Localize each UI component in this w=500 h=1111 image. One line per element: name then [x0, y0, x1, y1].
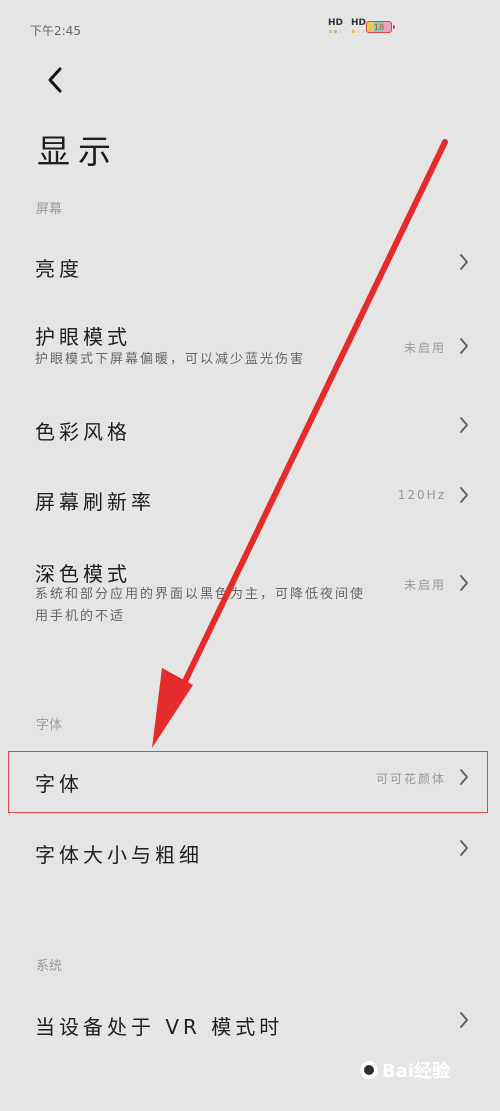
status-bar: 下午2:45 HD HD 18: [0, 0, 500, 58]
paw-icon: [360, 1061, 378, 1079]
chevron-right-icon: [460, 575, 468, 591]
setting-subtitle: 系统和部分应用的界面以黑色为主，可降低夜间使用手机的不适: [35, 587, 366, 624]
signal-bars-icon: [328, 30, 342, 33]
signal-indicator-2: HD: [351, 18, 366, 33]
chevron-right-icon: [460, 338, 468, 354]
setting-row-vr-mode[interactable]: 当设备处于 VR 模式时: [0, 987, 500, 1055]
setting-title: 字体大小与粗细: [35, 843, 203, 867]
setting-row-color-style[interactable]: 色彩风格: [0, 392, 500, 460]
chevron-right-icon: [460, 487, 468, 503]
watermark: Bai经验: [360, 1055, 475, 1085]
setting-row-dark-mode[interactable]: 深色模式 系统和部分应用的界面以黑色为主，可降低夜间使用手机的不适 未启用: [0, 550, 500, 640]
setting-title: 色彩风格: [35, 420, 131, 444]
section-label-screen: 屏幕: [36, 202, 63, 217]
setting-title: 当设备处于 VR 模式时: [35, 1015, 284, 1039]
page-title: 显示: [37, 132, 119, 171]
battery-icon: 18: [366, 21, 395, 33]
setting-row-eye-protection[interactable]: 护眼模式 护眼模式下屏幕偏暖，可以减少蓝光伤害 未启用: [0, 313, 500, 381]
setting-title: 护眼模式: [35, 325, 131, 349]
setting-value: 120Hz: [397, 488, 446, 502]
signal-indicator-1: HD: [328, 18, 343, 33]
battery-level: 18: [373, 22, 385, 32]
status-time: 下午2:45: [30, 24, 81, 38]
hd-label-1: HD: [327, 18, 343, 28]
setting-title: 深色模式: [35, 562, 131, 586]
setting-row-font-size[interactable]: 字体大小与粗细: [0, 815, 500, 883]
section-label-system: 系统: [36, 959, 63, 974]
chevron-left-icon[interactable]: [38, 62, 74, 98]
chevron-right-icon: [460, 254, 468, 270]
watermark-text: Bai经验: [382, 1061, 451, 1082]
setting-row-brightness[interactable]: 亮度: [0, 229, 500, 297]
font-row-highlight: [8, 751, 488, 813]
section-label-font: 字体: [36, 718, 63, 733]
setting-title: 亮度: [35, 257, 83, 281]
setting-value: 未启用: [403, 578, 446, 592]
setting-title: 屏幕刷新率: [35, 490, 155, 514]
chevron-right-icon: [460, 1012, 468, 1028]
setting-value: 未启用: [403, 341, 446, 355]
chevron-right-icon: [460, 417, 468, 433]
chevron-right-icon: [460, 840, 468, 856]
setting-row-refresh-rate[interactable]: 屏幕刷新率 120Hz: [0, 462, 500, 530]
signal-bars-icon: [351, 30, 365, 33]
setting-subtitle: 护眼模式下屏幕偏暖，可以减少蓝光伤害: [35, 352, 306, 367]
hd-label-2: HD: [350, 18, 366, 28]
